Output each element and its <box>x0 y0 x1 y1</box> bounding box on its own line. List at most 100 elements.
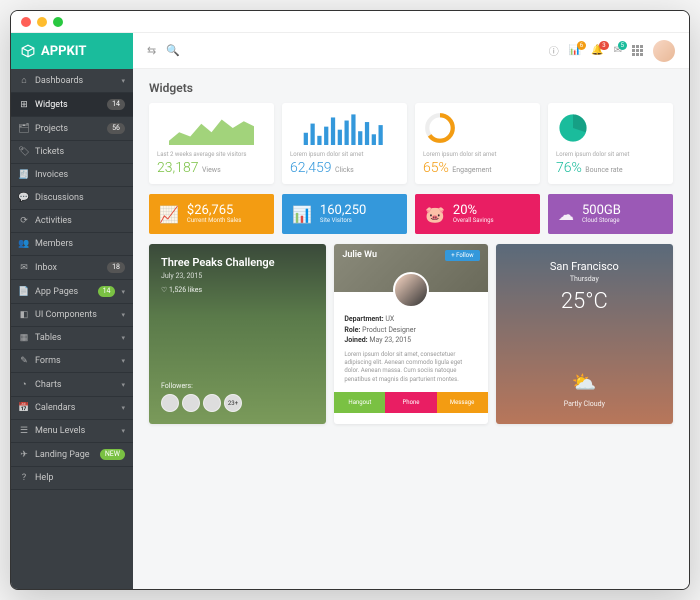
close-dot[interactable] <box>21 17 31 27</box>
sidebar: APPKIT ⌂ Dashboards ▾⊞ Widgets 14 🗂 Proj… <box>11 33 133 589</box>
brand-text: APPKIT <box>41 44 86 59</box>
nav-label: Discussions <box>35 193 125 203</box>
nav-icon: ⊞ <box>19 100 29 110</box>
nav-icon: 🧾 <box>19 170 29 180</box>
notification-icon[interactable]: ✉5 <box>614 45 622 56</box>
nav-label: Dashboards <box>35 76 115 86</box>
sidebar-item-discussions[interactable]: 💬 Discussions <box>11 187 133 210</box>
profile-card: Julie Wu + Follow Department: UX Role: P… <box>334 244 487 424</box>
notification-count: 5 <box>618 41 627 50</box>
mini-stat-card[interactable]: Lorem ipsum dolor sit amet 62,459 Clicks <box>282 103 407 184</box>
nav-label: App Pages <box>35 287 92 297</box>
nav-icon: ✎ <box>19 356 29 366</box>
hangout-button[interactable]: Hangout <box>334 392 385 413</box>
follower-avatar[interactable] <box>161 394 179 412</box>
nav-icon: 🏷 <box>19 147 29 157</box>
challenge-card[interactable]: Three Peaks Challenge July 23, 2015 ♡ 1,… <box>149 244 326 424</box>
nav-label: UI Components <box>35 310 115 320</box>
notification-icon[interactable]: 📊6 <box>569 45 581 56</box>
mini-label: Lorem ipsum dolor sit amet <box>423 151 532 158</box>
chevron-down-icon: ▾ <box>121 311 125 319</box>
chevron-down-icon: ▾ <box>121 357 125 365</box>
nav-icon: ▦ <box>19 333 29 343</box>
chevron-down-icon: ▾ <box>121 381 125 389</box>
mini-stat-card[interactable]: Lorem ipsum dolor sit amet 76% Bounce ra… <box>548 103 673 184</box>
nav-icon: 📅 <box>19 403 29 413</box>
weather-condition: Partly Cloudy <box>508 400 661 408</box>
search-icon[interactable]: 🔍 <box>166 44 180 57</box>
sidebar-item-menu-levels[interactable]: ☰ Menu Levels ▾ <box>11 420 133 443</box>
nav-icon: ⌂ <box>19 75 29 86</box>
sidebar-item-ui-components[interactable]: ◧ UI Components ▾ <box>11 304 133 327</box>
apps-grid-icon[interactable] <box>632 45 643 56</box>
follower-avatars: 23+ <box>161 394 242 412</box>
sidebar-item-calendars[interactable]: 📅 Calendars ▾ <box>11 397 133 420</box>
maximize-dot[interactable] <box>53 17 63 27</box>
mini-label: Last 2 weeks average site visitors <box>157 151 266 158</box>
nav-badge: 18 <box>107 262 125 273</box>
window-titlebar <box>11 11 689 33</box>
phone-button[interactable]: Phone <box>385 392 436 413</box>
topbar: ⇆ 🔍 ⓘ 📊6 🔔3 ✉5 <box>133 33 689 69</box>
weather-card[interactable]: San Francisco Thursday 25°C ⛅ Partly Clo… <box>496 244 673 424</box>
nav-label: Forms <box>35 356 115 366</box>
sidebar-item-members[interactable]: 👥 Members <box>11 233 133 256</box>
sidebar-item-landing-page[interactable]: ✈ Landing Page NEW <box>11 443 133 467</box>
nav-icon: ◔ <box>19 379 29 390</box>
sidebar-item-widgets[interactable]: ⊞ Widgets 14 <box>11 93 133 117</box>
sidebar-item-help[interactable]: ? Help <box>11 467 133 490</box>
notification-icon[interactable]: ⓘ <box>549 43 559 58</box>
sidebar-item-charts[interactable]: ◔ Charts ▾ <box>11 373 133 397</box>
mini-value: 76% Bounce rate <box>556 160 665 176</box>
mini-chart <box>423 111 532 145</box>
stat-tile[interactable]: ☁ 500GB Cloud Storage <box>548 194 673 234</box>
brand-logo[interactable]: APPKIT <box>11 33 133 69</box>
nav-label: Invoices <box>35 170 125 180</box>
stat-icon: 📈 <box>159 205 179 224</box>
followers-label: Followers: <box>161 382 242 390</box>
sidebar-item-inbox[interactable]: ✉ Inbox 18 <box>11 256 133 280</box>
nav-icon: 🗂 <box>19 124 29 134</box>
sidebar-item-projects[interactable]: 🗂 Projects 56 <box>11 117 133 141</box>
stat-label: Site Visitors <box>320 217 366 224</box>
mini-chart <box>556 111 665 145</box>
follow-button[interactable]: + Follow <box>445 250 479 261</box>
nav-icon: 📄 <box>19 287 29 297</box>
stat-tile[interactable]: 🐷 20% Overall Savings <box>415 194 540 234</box>
nav-icon: ? <box>19 473 29 483</box>
mini-stat-card[interactable]: Last 2 weeks average site visitors 23,18… <box>149 103 274 184</box>
nav-icon: ☰ <box>19 426 29 436</box>
notification-icon[interactable]: 🔔3 <box>591 45 603 56</box>
sidebar-item-tickets[interactable]: 🏷 Tickets <box>11 141 133 164</box>
stat-tile[interactable]: 📊 160,250 Site Visitors <box>282 194 407 234</box>
menu-toggle-icon[interactable]: ⇆ <box>147 44 156 57</box>
sidebar-item-dashboards[interactable]: ⌂ Dashboards ▾ <box>11 69 133 93</box>
nav-label: Widgets <box>35 100 101 110</box>
profile-bio: Lorem ipsum dolor sit amet, consectetuer… <box>344 351 477 385</box>
mini-stat-card[interactable]: Lorem ipsum dolor sit amet 65% Engagemen… <box>415 103 540 184</box>
profile-avatar[interactable] <box>393 272 429 308</box>
follower-avatar[interactable] <box>182 394 200 412</box>
sidebar-item-app-pages[interactable]: 📄 App Pages 14 ▾ <box>11 280 133 304</box>
message-button[interactable]: Message <box>437 392 488 413</box>
nav-label: Landing Page <box>35 450 94 460</box>
user-avatar[interactable] <box>653 40 675 62</box>
nav-label: Charts <box>35 380 115 390</box>
nav-label: Menu Levels <box>35 426 115 436</box>
sidebar-item-activities[interactable]: ⟳ Activities <box>11 210 133 233</box>
sidebar-item-invoices[interactable]: 🧾 Invoices <box>11 164 133 187</box>
notification-count: 6 <box>577 41 586 50</box>
mini-value: 62,459 Clicks <box>290 160 399 176</box>
follower-more[interactable]: 23+ <box>224 394 242 412</box>
follower-avatar[interactable] <box>203 394 221 412</box>
sidebar-item-forms[interactable]: ✎ Forms ▾ <box>11 350 133 373</box>
minimize-dot[interactable] <box>37 17 47 27</box>
stat-value: 20% <box>453 204 494 217</box>
stat-tile[interactable]: 📈 $26,765 Current Month Sales <box>149 194 274 234</box>
chevron-down-icon: ▾ <box>121 334 125 342</box>
nav-label: Inbox <box>35 263 101 273</box>
mini-value: 23,187 Views <box>157 160 266 176</box>
sidebar-item-tables[interactable]: ▦ Tables ▾ <box>11 327 133 350</box>
nav-label: Tickets <box>35 147 125 157</box>
nav-label: Tables <box>35 333 115 343</box>
